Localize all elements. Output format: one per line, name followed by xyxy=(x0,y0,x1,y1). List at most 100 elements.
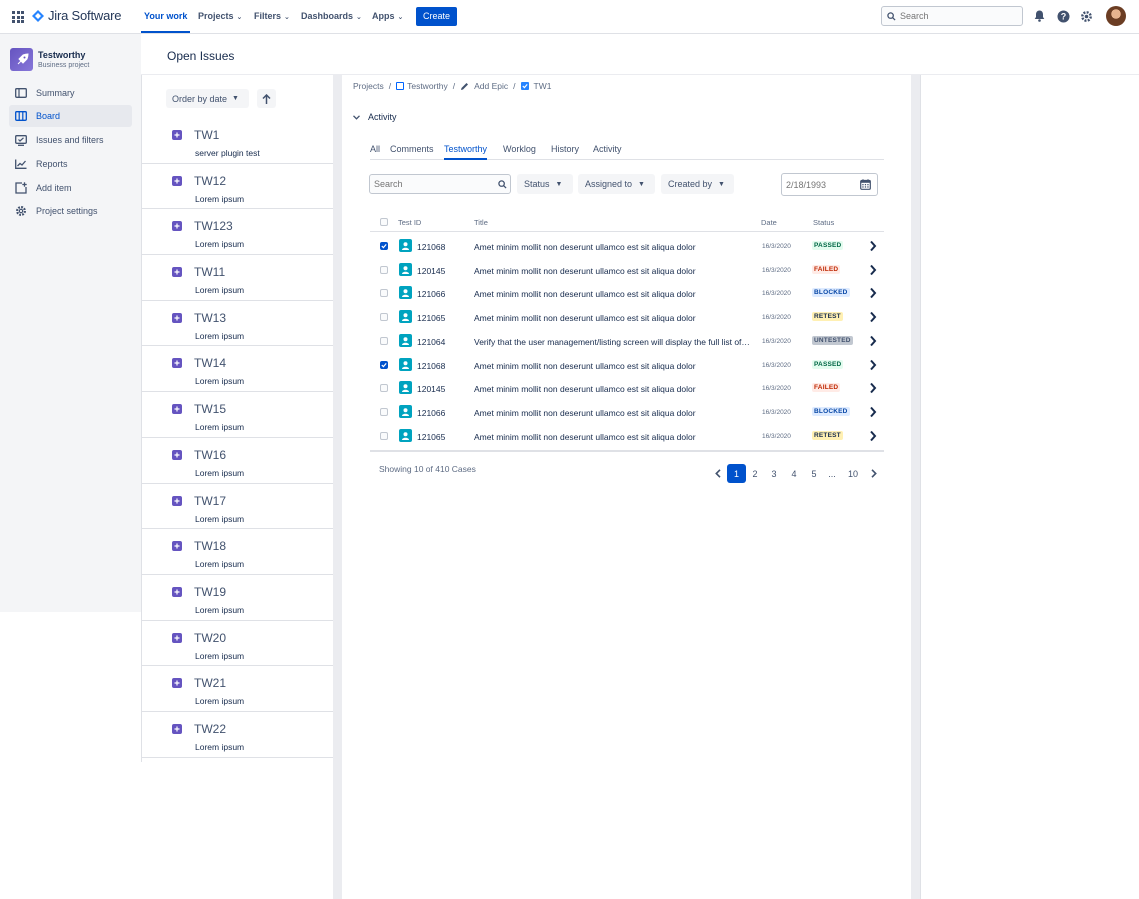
issue-list-item[interactable]: TW14 Lorem ipsum xyxy=(141,346,333,393)
chevron-right-icon[interactable] xyxy=(869,240,877,252)
row-checkbox[interactable] xyxy=(380,384,388,393)
issue-list-item[interactable]: TW18 Lorem ipsum xyxy=(141,529,333,575)
global-search-input[interactable] xyxy=(900,11,1010,21)
table-row[interactable]: 121068 Amet minim mollit non deserunt ull… xyxy=(370,234,884,258)
user-avatar[interactable] xyxy=(1106,6,1126,26)
issue-list-item[interactable]: TW12 Lorem ipsum xyxy=(141,164,333,210)
issue-list-item[interactable]: TW20 Lorem ipsum xyxy=(141,621,333,667)
sidebar-item-summary[interactable]: Summary xyxy=(9,82,132,104)
chevron-right-icon[interactable] xyxy=(869,382,877,394)
tab-all[interactable]: All xyxy=(370,144,380,160)
date-filter-input[interactable] xyxy=(786,179,856,190)
nav-your-work[interactable]: Your work xyxy=(141,0,191,33)
pagination-page[interactable]: 4 xyxy=(785,464,803,483)
table-row[interactable]: 121066 Amet minim mollit non deserunt ull… xyxy=(370,281,884,305)
sidebar-item-reports[interactable]: Reports xyxy=(9,153,132,175)
chevron-right-icon[interactable] xyxy=(869,311,877,323)
table-row[interactable]: 120145 Amet minim mollit non deserunt ull… xyxy=(370,376,884,400)
chevron-right-icon[interactable] xyxy=(869,406,877,418)
order-by-dropdown[interactable]: Order by date ▼ xyxy=(166,89,249,108)
assigned-to-filter[interactable]: Assigned to ▼ xyxy=(578,174,655,194)
issue-list-item[interactable]: TW123 Lorem ipsum xyxy=(141,209,333,256)
tab-history[interactable]: History xyxy=(551,144,579,160)
table-row[interactable]: 121068 Amet minim mollit non deserunt ull… xyxy=(370,353,884,377)
header-test-id[interactable]: Test ID xyxy=(398,218,421,227)
chevron-right-icon[interactable] xyxy=(869,359,877,371)
row-checkbox[interactable] xyxy=(380,313,388,322)
nav-apps[interactable]: Apps ⌄ xyxy=(372,0,403,33)
breadcrumb-projects[interactable]: Projects xyxy=(353,81,384,91)
header-title[interactable]: Title xyxy=(474,218,488,227)
pagination-page[interactable]: 3 xyxy=(765,464,783,483)
chevron-right-icon[interactable] xyxy=(869,430,877,442)
created-by-filter[interactable]: Created by ▼ xyxy=(661,174,734,194)
status-filter[interactable]: Status ▼ xyxy=(517,174,573,194)
chevron-left-icon xyxy=(715,469,721,478)
pagination-page[interactable]: 1 xyxy=(727,464,746,483)
chevron-right-icon[interactable] xyxy=(869,287,877,299)
date-filter[interactable] xyxy=(781,173,878,196)
issue-list-item[interactable]: TW19 Lorem ipsum xyxy=(141,575,333,621)
issue-list-item[interactable]: TW13 Lorem ipsum xyxy=(141,301,333,347)
pagination-page[interactable]: 5 xyxy=(805,464,823,483)
pagination-prev[interactable] xyxy=(711,464,725,483)
chevron-right-icon[interactable] xyxy=(869,335,877,347)
sidebar-item-board[interactable]: Board xyxy=(9,105,132,127)
activity-section-toggle[interactable]: Activity xyxy=(353,112,397,122)
row-checkbox[interactable] xyxy=(380,242,388,250)
table-row[interactable]: 121065 Amet minim mollit non deserunt ull… xyxy=(370,305,884,329)
table-row[interactable]: 121064 Verify that the user management/li… xyxy=(370,329,884,353)
sort-direction-button[interactable] xyxy=(257,89,276,108)
issue-list-item[interactable]: TW21 Lorem ipsum xyxy=(141,666,333,712)
breadcrumb-issue[interactable]: TW1 xyxy=(534,81,552,91)
header-date[interactable]: Date xyxy=(761,218,777,227)
create-button[interactable]: Create xyxy=(416,7,457,26)
tab-comments[interactable]: Comments xyxy=(390,144,434,160)
select-all-checkbox[interactable] xyxy=(380,218,388,226)
cases-search[interactable] xyxy=(369,174,511,194)
table-row[interactable]: 121065 Amet minim mollit non deserunt ull… xyxy=(370,424,884,448)
calendar-icon[interactable] xyxy=(860,179,871,190)
global-search[interactable] xyxy=(881,6,1023,26)
sidebar-item-issues[interactable]: Issues and filters xyxy=(9,129,132,151)
issue-list-item[interactable]: TW22 Lorem ipsum xyxy=(141,712,333,758)
pagination-next[interactable] xyxy=(867,464,881,483)
issue-list-item[interactable]: TW1 server plugin test xyxy=(141,118,333,164)
jira-logo[interactable]: Jira Software xyxy=(32,8,121,23)
tab-worklog[interactable]: Worklog xyxy=(503,144,536,160)
cases-search-input[interactable] xyxy=(374,179,494,189)
table-row[interactable]: 120145 Amet minim mollit non deserunt ull… xyxy=(370,258,884,282)
row-checkbox[interactable] xyxy=(380,265,388,274)
pagination-page[interactable]: 10 xyxy=(843,464,863,483)
row-checkbox[interactable] xyxy=(380,431,388,440)
sidebar-item-project-settings[interactable]: Project settings xyxy=(9,200,132,222)
app-switcher-icon[interactable] xyxy=(12,11,24,23)
test-case-icon xyxy=(399,310,412,324)
row-checkbox[interactable] xyxy=(380,360,388,369)
issue-list-item[interactable]: TW17 Lorem ipsum xyxy=(141,484,333,530)
pagination-page[interactable]: 2 xyxy=(746,464,764,483)
row-checkbox[interactable] xyxy=(380,407,388,416)
nav-filters[interactable]: Filters ⌄ xyxy=(254,0,290,33)
row-checkbox[interactable] xyxy=(380,289,388,298)
tab-activity[interactable]: Activity xyxy=(593,144,622,160)
issue-key: TW13 xyxy=(194,310,227,325)
nav-projects[interactable]: Projects ⌄ xyxy=(198,0,242,33)
row-checkbox[interactable] xyxy=(380,336,388,345)
issue-list-item[interactable]: TW15 Lorem ipsum xyxy=(141,392,333,438)
help-button[interactable]: ? xyxy=(1056,9,1070,23)
issue-list-item[interactable]: TW16 Lorem ipsum xyxy=(141,438,333,484)
breadcrumb-project[interactable]: Testworthy xyxy=(407,81,448,91)
notifications-button[interactable] xyxy=(1032,9,1046,23)
project-avatar[interactable] xyxy=(10,48,33,71)
issue-list-item[interactable]: TW11 Lorem ipsum xyxy=(141,255,333,301)
settings-button[interactable] xyxy=(1079,9,1093,23)
table-row[interactable]: 121066 Amet minim mollit non deserunt ull… xyxy=(370,400,884,424)
header-status[interactable]: Status xyxy=(813,218,834,227)
sidebar-item-add-item[interactable]: Add item xyxy=(9,177,132,199)
chevron-right-icon[interactable] xyxy=(869,264,877,276)
test-title: Amet minim mollit non deserunt ullamco e… xyxy=(474,313,696,324)
breadcrumb-add-epic[interactable]: Add Epic xyxy=(474,81,508,91)
nav-dashboards[interactable]: Dashboards ⌄ xyxy=(301,0,362,33)
tab-testworthy[interactable]: Testworthy xyxy=(444,144,488,160)
